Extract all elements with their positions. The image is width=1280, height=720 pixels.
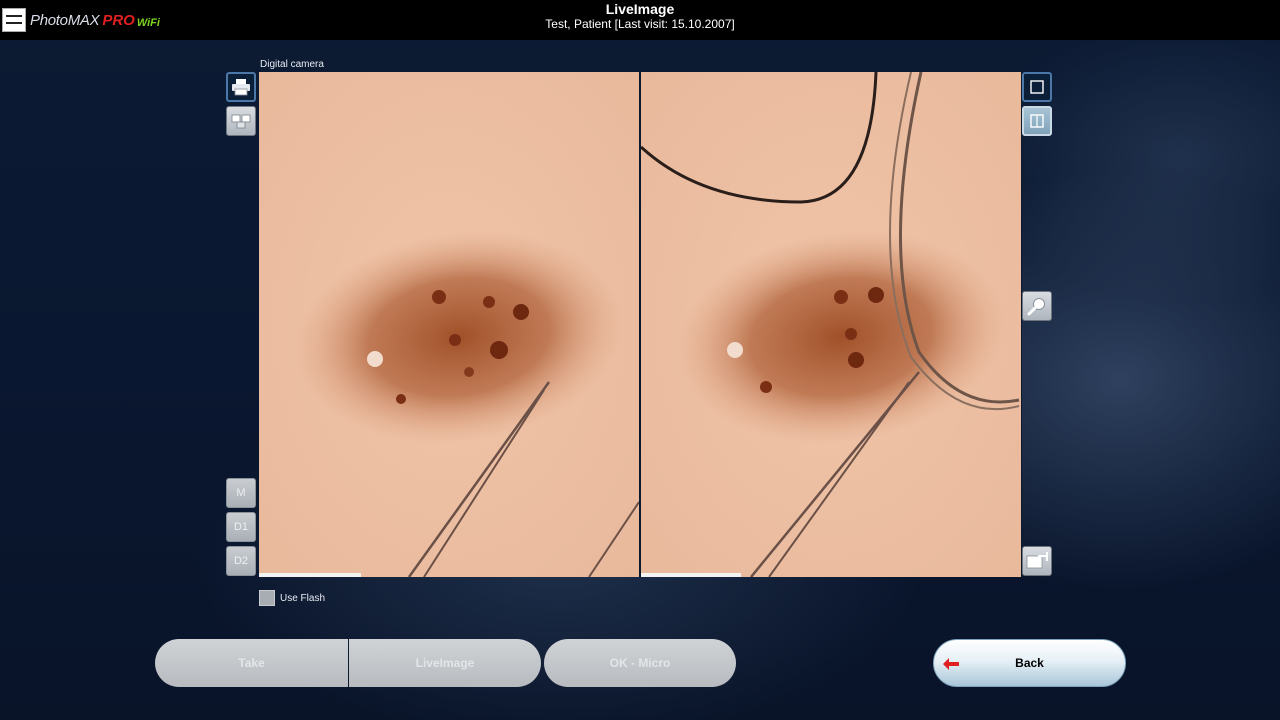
marker-m-button[interactable]: M — [226, 478, 256, 508]
zoom-button[interactable] — [1022, 291, 1052, 321]
use-flash-option[interactable]: Use Flash — [259, 590, 325, 606]
single-view-button[interactable] — [1022, 72, 1052, 102]
patient-info: Test, Patient [Last visit: 15.10.2007] — [545, 17, 735, 31]
compare-icon — [231, 114, 251, 129]
live-image-left[interactable] — [259, 72, 639, 577]
back-button-label: Back — [1015, 656, 1044, 670]
export-button[interactable] — [1022, 546, 1052, 576]
marker-d1-button[interactable]: D1 — [226, 512, 256, 542]
title-bar: PhotoMAX PRO WiFi LiveImage Test, Patien… — [0, 0, 1280, 40]
liveimage-button[interactable]: LiveImage — [349, 639, 541, 687]
marker-d2-button[interactable]: D2 — [226, 546, 256, 576]
skin-lesion-image-right — [641, 72, 1021, 577]
single-view-icon — [1030, 80, 1044, 94]
use-flash-checkbox[interactable] — [259, 590, 275, 606]
back-arrow-icon — [943, 658, 959, 670]
image-viewer[interactable] — [259, 72, 1022, 577]
split-view-icon — [1030, 114, 1044, 128]
back-button[interactable]: Back — [933, 639, 1126, 687]
source-caption: Digital camera — [260, 59, 324, 70]
live-image-right[interactable] — [641, 72, 1021, 577]
ok-micro-button[interactable]: OK - Micro — [544, 639, 736, 687]
skin-lesion-image-left — [259, 72, 639, 577]
export-icon — [1026, 552, 1048, 569]
print-button[interactable] — [226, 72, 256, 102]
use-flash-label: Use Flash — [280, 592, 326, 604]
page-title: LiveImage — [605, 1, 675, 17]
compare-button[interactable] — [226, 106, 256, 136]
split-view-button[interactable] — [1022, 106, 1052, 136]
take-button[interactable]: Take — [155, 639, 348, 687]
magnifier-icon — [1027, 298, 1045, 316]
printer-icon — [232, 79, 250, 96]
